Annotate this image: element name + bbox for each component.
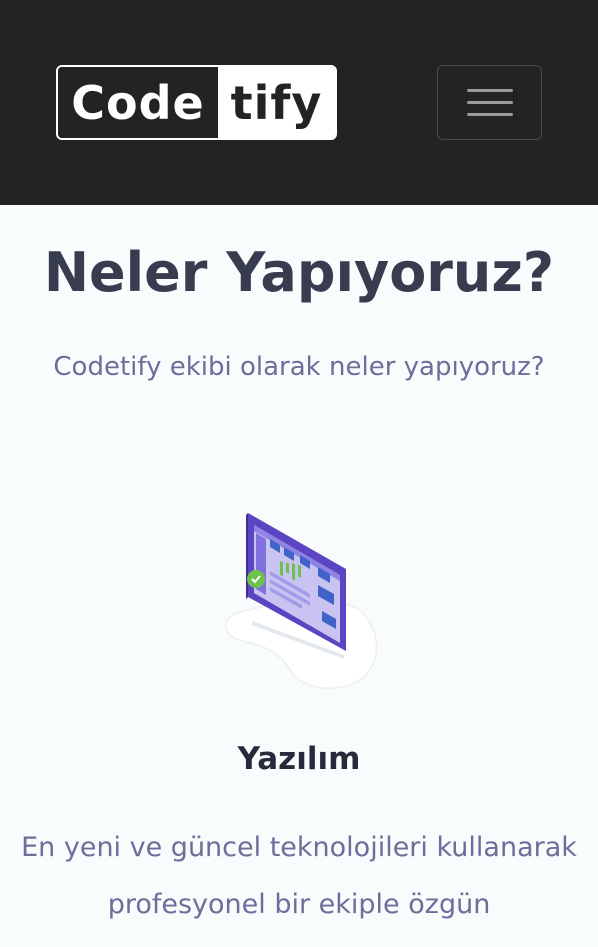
hamburger-menu-icon [466, 80, 513, 125]
service-title: Yazılım [237, 741, 361, 777]
navbar: Code tify [0, 0, 598, 205]
logo-text-tify: tify [218, 67, 335, 138]
logo-text-code: Code [58, 67, 218, 138]
section-subtitle: Codetify ekibi olarak neler yapıyoruz? [53, 352, 545, 382]
services-section: Neler Yapıyoruz? Codetify ekibi olarak n… [0, 205, 598, 947]
navbar-toggle-button[interactable] [437, 65, 542, 140]
brand-logo[interactable]: Code tify [56, 65, 337, 140]
software-screen-illustration [218, 505, 380, 695]
section-title: Neler Yapıyoruz? [43, 241, 555, 304]
service-description: En yeni ve güncel teknolojileri kullanar… [21, 832, 577, 920]
